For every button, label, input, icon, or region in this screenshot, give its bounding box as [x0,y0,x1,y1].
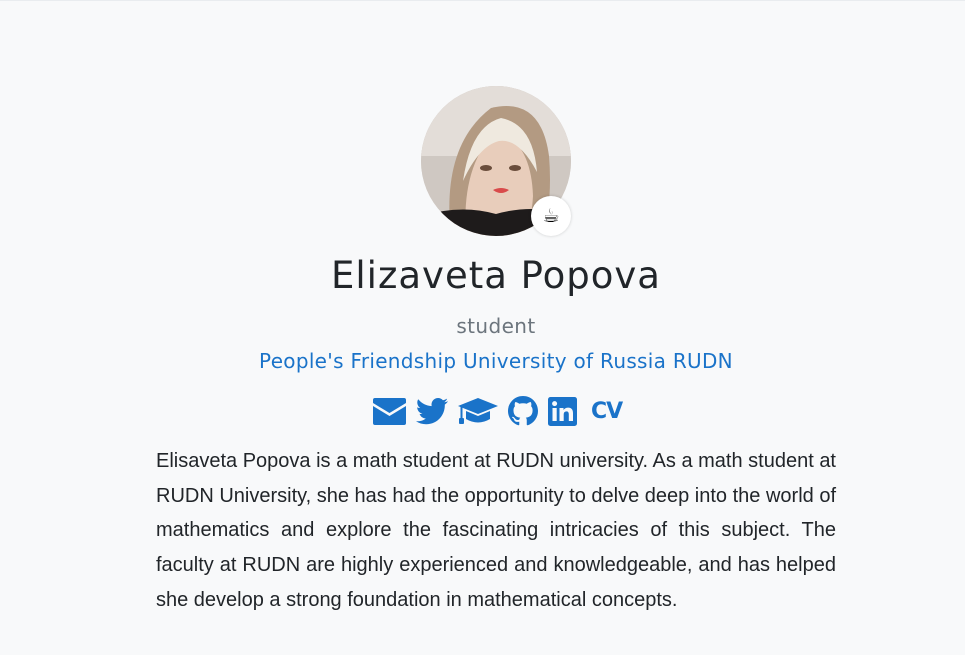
graduation-cap-icon [458,398,498,424]
email-link[interactable] [373,397,406,425]
social-links: CV [373,393,632,429]
profile-page: ☕ Elizaveta Popova student People's Frie… [0,0,965,655]
linkedin-link[interactable] [548,396,577,426]
twitter-link[interactable] [416,397,448,425]
github-icon [508,396,538,426]
profile-name: Elizaveta Popova [331,254,661,297]
organization-link[interactable]: People's Friendship University of Russia… [0,349,965,373]
github-link[interactable] [508,396,538,426]
bio-paragraph: Elisaveta Popova is a math student at RU… [156,450,836,611]
status-emoji-badge: ☕ [531,196,571,236]
cv-link[interactable]: CV [591,399,623,424]
twitter-icon [416,397,448,424]
linkedin-icon [548,396,577,426]
avatar-container: ☕ [421,86,571,236]
profile-role: student [456,314,536,338]
envelope-icon [373,397,406,425]
coffee-icon: ☕ [542,204,560,227]
google-scholar-link[interactable] [458,396,498,426]
